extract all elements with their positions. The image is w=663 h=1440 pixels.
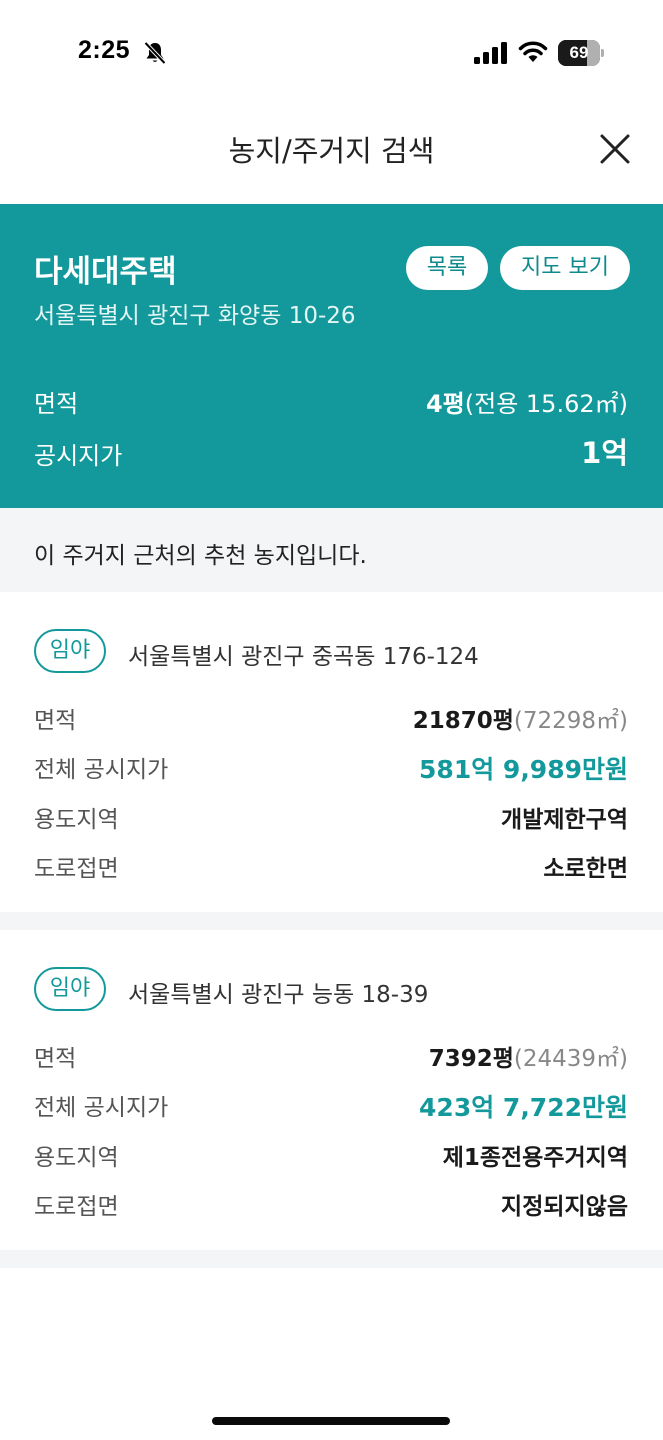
notice-text: 이 주거지 근처의 추천 농지입니다. — [34, 543, 367, 569]
bell-slash-icon — [144, 41, 166, 65]
total-price-label: 전체 공시지가 — [34, 757, 169, 783]
land-type-badge: 임야 — [34, 967, 106, 1011]
road-access-label: 도로접면 — [34, 856, 119, 882]
area-label: 면적 — [34, 390, 79, 418]
area-label: 면적 — [34, 1046, 77, 1072]
farmland-address: 서울특별시 광진구 능동 18-39 — [128, 982, 429, 1008]
area-label: 면적 — [34, 708, 77, 734]
road-access-value: 소로한면 — [543, 856, 628, 882]
total-price-value: 581억 9,989만원 — [419, 755, 628, 784]
status-bar: 2:25 69 — [0, 0, 663, 100]
area-value-main: 4평 — [425, 390, 465, 418]
property-summary-panel: 다세대주택 서울특별시 광진구 화양동 10-26 목록 지도 보기 면적 4평… — [0, 204, 663, 508]
status-time: 2:25 — [78, 36, 131, 64]
property-address: 서울특별시 광진구 화양동 10-26 — [34, 303, 356, 329]
zone-value: 개발제한구역 — [501, 807, 628, 833]
view-map-button[interactable]: 지도 보기 — [500, 246, 630, 290]
price-value: 1억 — [581, 436, 628, 470]
road-access-value: 지정되지않음 — [501, 1194, 628, 1220]
land-type-badge: 임야 — [34, 629, 106, 673]
battery-level: 69 — [569, 43, 589, 62]
total-price-label: 전체 공시지가 — [34, 1095, 169, 1121]
cellular-signal-icon — [474, 42, 507, 64]
area-value: 7392평(24439㎡) — [429, 1039, 628, 1073]
farmland-card[interactable]: 임야 서울특별시 광진구 능동 18-39 면적 7392평(24439㎡) 전… — [0, 930, 663, 1252]
area-value-sub: (72298㎡) — [513, 708, 628, 734]
area-value: 21870평(72298㎡) — [413, 701, 628, 735]
close-icon[interactable] — [598, 132, 632, 166]
total-price-value: 423억 7,722만원 — [419, 1093, 628, 1122]
recommendation-notice: 이 주거지 근처의 추천 농지입니다. — [0, 508, 663, 592]
home-indicator[interactable] — [212, 1417, 450, 1425]
header: 농지/주거지 검색 — [0, 100, 663, 204]
zone-label: 용도지역 — [34, 1145, 119, 1171]
property-type: 다세대주택 — [34, 254, 177, 290]
area-value-sub: (24439㎡) — [513, 1046, 628, 1072]
battery-indicator: 69 — [558, 40, 604, 66]
page-title: 농지/주거지 검색 — [228, 134, 435, 168]
farmland-card[interactable]: 임야 서울특별시 광진구 중곡동 176-124 면적 21870평(72298… — [0, 592, 663, 914]
wifi-icon — [518, 41, 548, 62]
divider — [0, 1250, 663, 1268]
divider — [0, 912, 663, 930]
zone-value: 제1종전용주거지역 — [442, 1145, 628, 1171]
zone-label: 용도지역 — [34, 807, 119, 833]
price-label: 공시지가 — [34, 442, 123, 470]
area-value: 4평(전용 15.62㎡) — [426, 384, 628, 419]
road-access-label: 도로접면 — [34, 1194, 119, 1220]
farmland-address: 서울특별시 광진구 중곡동 176-124 — [128, 644, 479, 670]
area-value-main: 7392평 — [428, 1046, 514, 1072]
list-button[interactable]: 목록 — [406, 246, 488, 290]
area-value-sub: (전용 15.62㎡) — [464, 390, 628, 418]
area-value-main: 21870평 — [412, 708, 514, 734]
